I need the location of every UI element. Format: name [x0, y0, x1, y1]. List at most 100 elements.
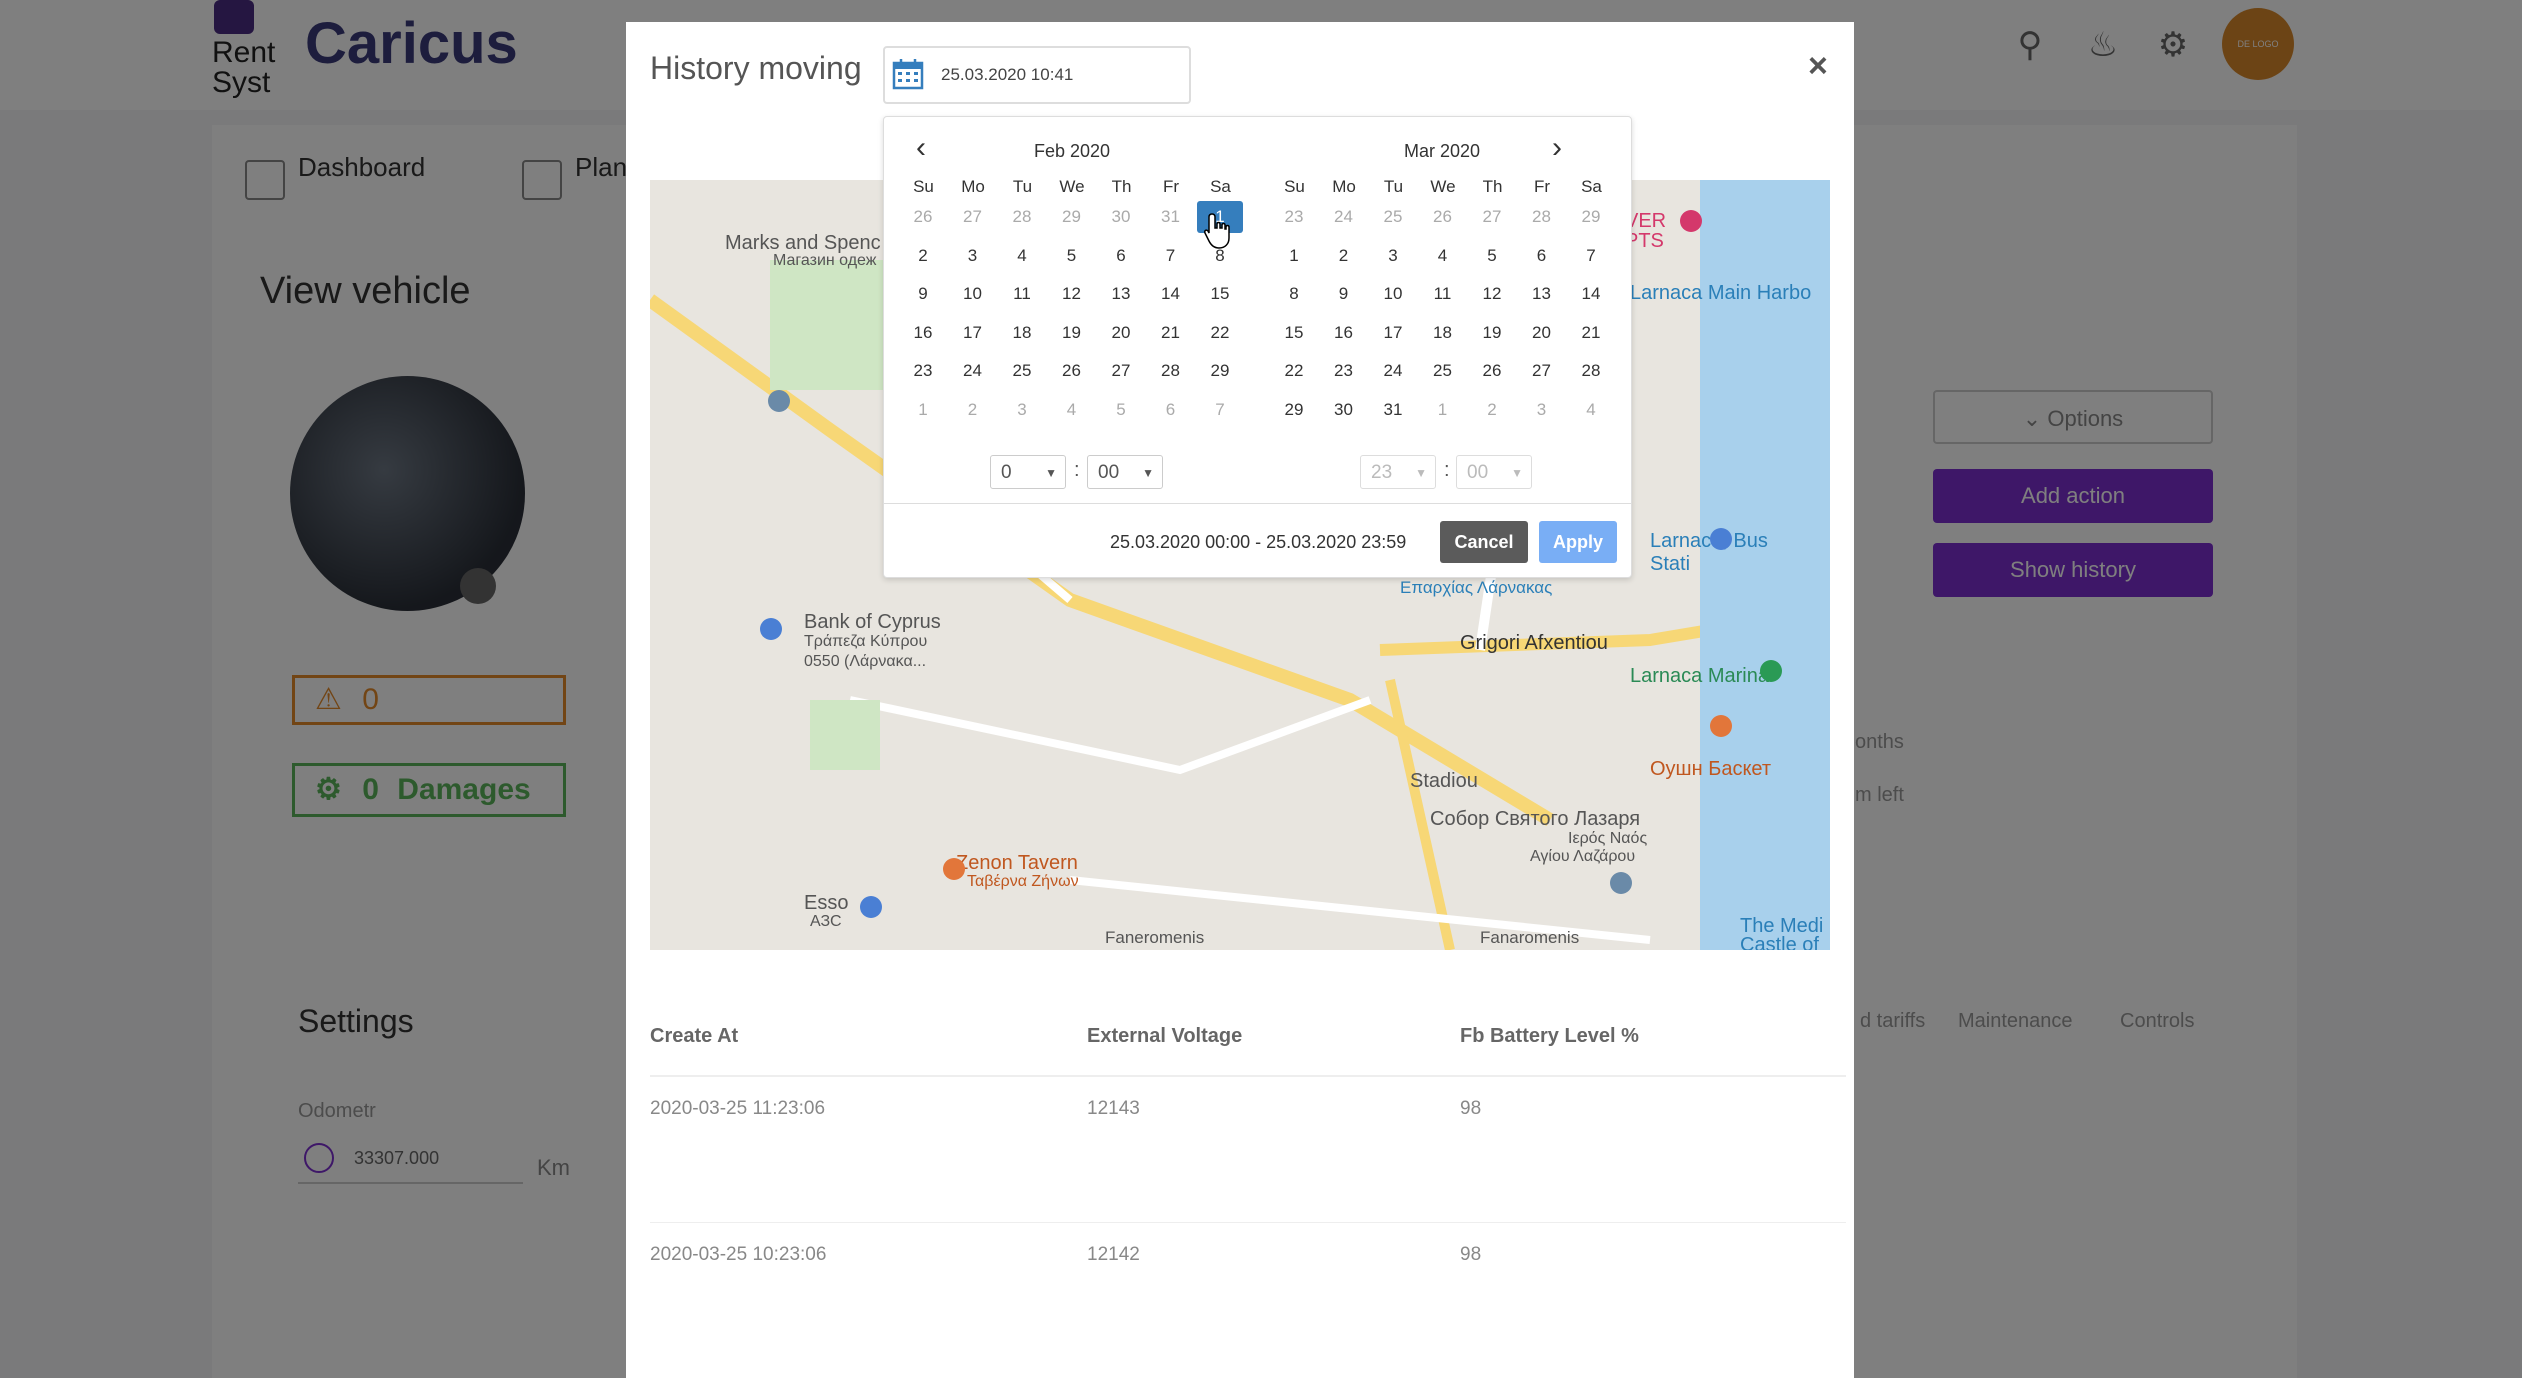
calendar-day[interactable]: 31	[1148, 201, 1194, 233]
calendar-day[interactable]: 23	[1321, 355, 1367, 387]
calendar-day[interactable]: 29	[1049, 201, 1095, 233]
calendar-day[interactable]: 13	[1519, 278, 1565, 310]
calendar-day[interactable]: 10	[1370, 278, 1416, 310]
calendar-day[interactable]: 27	[950, 201, 996, 233]
calendar-day[interactable]: 15	[1271, 317, 1317, 349]
calendar-day[interactable]: 26	[1049, 355, 1095, 387]
calendar-icon[interactable]	[892, 58, 924, 90]
calendar-day[interactable]: 14	[1568, 278, 1614, 310]
calendar-day[interactable]: 5	[1469, 240, 1515, 272]
calendar-day[interactable]: 8	[1271, 278, 1317, 310]
calendar-day[interactable]: 16	[900, 317, 946, 349]
calendar-day[interactable]: 21	[1568, 317, 1614, 349]
calendar-day[interactable]: 16	[1321, 317, 1367, 349]
calendar-day[interactable]: 19	[1469, 317, 1515, 349]
calendar-day[interactable]: 14	[1148, 278, 1194, 310]
calendar-day[interactable]: 5	[1049, 240, 1095, 272]
calendar-day[interactable]: 31	[1370, 394, 1416, 426]
calendar-day[interactable]: 20	[1098, 317, 1144, 349]
prev-month-icon[interactable]: ‹	[906, 131, 936, 165]
calendar-day[interactable]: 23	[1271, 201, 1317, 233]
calendar-day[interactable]: 29	[1271, 394, 1317, 426]
marina-pin-icon[interactable]	[1760, 660, 1782, 682]
calendar-day[interactable]: 3	[1519, 394, 1565, 426]
calendar-day[interactable]: 26	[1420, 201, 1466, 233]
calendar-day[interactable]: 1	[1420, 394, 1466, 426]
calendar-day[interactable]: 2	[950, 394, 996, 426]
calendar-day[interactable]: 9	[1321, 278, 1367, 310]
calendar-day[interactable]: 28	[999, 201, 1045, 233]
calendar-day[interactable]: 27	[1469, 201, 1515, 233]
close-icon[interactable]: ×	[1808, 47, 1828, 86]
calendar-day[interactable]: 18	[1420, 317, 1466, 349]
calendar-day[interactable]: 21	[1148, 317, 1194, 349]
calendar-day[interactable]: 17	[1370, 317, 1416, 349]
restaurant-pin-icon[interactable]	[943, 858, 965, 880]
calendar-day[interactable]: 7	[1148, 240, 1194, 272]
calendar-day[interactable]: 11	[1420, 278, 1466, 310]
poi-pin-icon[interactable]	[1680, 210, 1702, 232]
calendar-day[interactable]: 28	[1568, 355, 1614, 387]
calendar-day[interactable]: 12	[1469, 278, 1515, 310]
bank-pin-icon[interactable]	[760, 618, 782, 640]
calendar-day[interactable]: 4	[1049, 394, 1095, 426]
calendar-day[interactable]: 4	[1420, 240, 1466, 272]
calendar-day[interactable]: 22	[1271, 355, 1317, 387]
calendar-day[interactable]: 30	[1321, 394, 1367, 426]
calendar-day[interactable]: 18	[999, 317, 1045, 349]
calendar-day[interactable]: 19	[1049, 317, 1095, 349]
calendar-day[interactable]: 7	[1197, 394, 1243, 426]
right-hour-select[interactable]: 23 ▼	[1360, 455, 1436, 489]
calendar-day[interactable]: 29	[1197, 355, 1243, 387]
calendar-day[interactable]: 28	[1519, 201, 1565, 233]
calendar-day[interactable]: 28	[1148, 355, 1194, 387]
calendar-day[interactable]: 7	[1568, 240, 1614, 272]
calendar-day[interactable]: 23	[900, 355, 946, 387]
calendar-day[interactable]: 2	[1321, 240, 1367, 272]
calendar-day[interactable]: 9	[900, 278, 946, 310]
apply-button[interactable]: Apply	[1539, 521, 1617, 563]
calendar-day[interactable]: 12	[1049, 278, 1095, 310]
calendar-day[interactable]: 27	[1519, 355, 1565, 387]
calendar-day[interactable]: 3	[1370, 240, 1416, 272]
calendar-day[interactable]: 24	[950, 355, 996, 387]
calendar-day[interactable]: 6	[1148, 394, 1194, 426]
calendar-day[interactable]: 2	[900, 240, 946, 272]
calendar-day[interactable]: 4	[1568, 394, 1614, 426]
calendar-day[interactable]: 6	[1098, 240, 1144, 272]
gas-station-pin-icon[interactable]	[860, 896, 882, 918]
calendar-day[interactable]: 1	[900, 394, 946, 426]
calendar-day[interactable]: 3	[999, 394, 1045, 426]
left-minute-select[interactable]: 00 ▼	[1087, 455, 1163, 489]
calendar-day[interactable]: 25	[999, 355, 1045, 387]
bus-pin-icon[interactable]	[1710, 528, 1732, 550]
calendar-day[interactable]: 20	[1519, 317, 1565, 349]
restaurant-pin-icon[interactable]	[1710, 715, 1732, 737]
calendar-day[interactable]: 1	[1271, 240, 1317, 272]
calendar-day[interactable]: 10	[950, 278, 996, 310]
right-minute-select[interactable]: 00 ▼	[1456, 455, 1532, 489]
next-month-icon[interactable]: ›	[1542, 131, 1572, 165]
calendar-day[interactable]: 26	[1469, 355, 1515, 387]
calendar-day[interactable]: 26	[900, 201, 946, 233]
calendar-day[interactable]: 13	[1098, 278, 1144, 310]
calendar-day[interactable]: 4	[999, 240, 1045, 272]
calendar-day[interactable]: 24	[1321, 201, 1367, 233]
calendar-day[interactable]: 5	[1098, 394, 1144, 426]
calendar-day[interactable]: 29	[1568, 201, 1614, 233]
calendar-day[interactable]: 22	[1197, 317, 1243, 349]
calendar-day[interactable]: 24	[1370, 355, 1416, 387]
calendar-day[interactable]: 17	[950, 317, 996, 349]
calendar-day[interactable]: 2	[1469, 394, 1515, 426]
poi-pin-icon[interactable]	[768, 390, 790, 412]
calendar-day[interactable]: 25	[1420, 355, 1466, 387]
left-hour-select[interactable]: 0 ▼	[990, 455, 1066, 489]
calendar-day[interactable]: 15	[1197, 278, 1243, 310]
calendar-day[interactable]: 6	[1519, 240, 1565, 272]
church-pin-icon[interactable]	[1610, 872, 1632, 894]
calendar-day[interactable]: 27	[1098, 355, 1144, 387]
cancel-button[interactable]: Cancel	[1440, 521, 1528, 563]
calendar-day[interactable]: 11	[999, 278, 1045, 310]
calendar-day[interactable]: 30	[1098, 201, 1144, 233]
date-range-input[interactable]: 25.03.2020 10:41	[883, 46, 1191, 104]
